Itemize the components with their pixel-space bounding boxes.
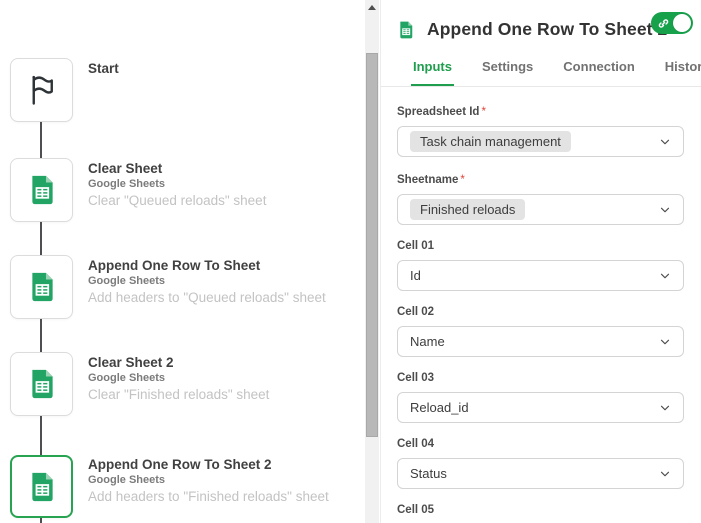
selected-value: Finished reloads [410,199,526,220]
selected-value: Status [410,466,447,481]
required-asterisk: * [481,106,486,118]
field-label: Cell 01 [397,240,435,252]
field-label: Cell 05 [397,504,435,516]
step-title: Start [88,61,119,76]
step-description: Clear "Finished reloads" sheet [88,387,270,402]
flag-icon [30,74,53,105]
chevron-down-icon [660,339,670,344]
field-label: Sheetname [397,174,459,186]
selected-value: Task chain management [410,131,571,152]
cell-01-select[interactable]: Id [397,260,684,291]
google-sheets-icon [30,471,54,502]
toggle-knob [673,14,691,32]
field-label: Spreadsheet Id [397,106,480,118]
step-title: Clear Sheet 2 [88,355,174,370]
tab-inputs[interactable]: Inputs [411,55,454,86]
step-node-start[interactable] [10,58,73,122]
inputs-form: Spreadsheet Id * Task chain management Sh… [381,87,701,523]
panel-tabs: Inputs Settings Connection History [381,55,701,87]
chevron-down-icon [660,405,670,410]
step-label-clear-sheet-2: Clear Sheet 2 Google Sheets Clear "Finis… [88,354,269,403]
scrollbar-up-arrow-icon[interactable] [368,5,376,10]
step-title: Append One Row To Sheet 2 [88,457,272,472]
google-sheets-icon [30,174,54,206]
spreadsheet-id-select[interactable]: Task chain management [397,126,684,157]
step-description: Clear "Queued reloads" sheet [88,193,267,208]
step-title: Clear Sheet [88,161,163,176]
step-app-name: Google Sheets [88,178,166,190]
required-asterisk: * [460,174,465,186]
field-cell-05: Cell 05* Log [397,500,684,523]
flow-builder-window: Start Clear Sheet Google Sheets Clear "Q… [0,0,701,523]
chevron-down-icon [660,273,670,278]
field-label: Cell 02 [397,306,435,318]
step-node-clear-sheet[interactable] [10,158,73,222]
step-description: Add headers to "Queued reloads" sheet [88,290,326,305]
scrollbar-thumb[interactable] [366,53,378,437]
tab-settings[interactable]: Settings [480,55,535,86]
field-cell-02: Cell 02* Name [397,302,684,357]
field-cell-03: Cell 03* Reload_id [397,368,684,423]
step-title: Append One Row To Sheet [88,258,261,273]
sheetname-select[interactable]: Finished reloads [397,194,684,225]
step-app-name: Google Sheets [88,372,166,384]
step-label-clear-sheet: Clear Sheet Google Sheets Clear "Queued … [88,160,266,209]
step-node-append-one-row[interactable] [10,255,73,319]
field-cell-04: Cell 04* Status [397,434,684,489]
field-spreadsheet-id: Spreadsheet Id * Task chain management [397,102,684,157]
step-settings-panel: Append One Row To Sheet 2 Inputs Setting… [380,0,701,523]
chevron-down-icon [660,471,670,476]
selected-value: Id [410,268,421,283]
selected-value: Name [410,334,445,349]
step-label-append-one-row-2: Append One Row To Sheet 2 Google Sheets … [88,456,329,505]
google-sheets-icon [399,20,413,39]
cell-04-select[interactable]: Status [397,458,684,489]
step-node-clear-sheet-2[interactable] [10,352,73,416]
step-label-start: Start [88,60,119,77]
google-sheets-icon [30,271,54,303]
field-sheetname: Sheetname * Finished reloads [397,170,684,225]
cell-03-select[interactable]: Reload_id [397,392,684,423]
chevron-down-icon [660,139,670,144]
chevron-down-icon [660,207,670,212]
field-label: Cell 03 [397,372,435,384]
selected-value: Reload_id [410,400,469,415]
panel-title: Append One Row To Sheet 2 [427,19,668,39]
field-label: Cell 04 [397,438,435,450]
flow-canvas: Start Clear Sheet Google Sheets Clear "Q… [0,0,365,523]
panel-header: Append One Row To Sheet 2 [381,0,701,46]
tab-connection[interactable]: Connection [561,55,637,86]
step-app-name: Google Sheets [88,474,166,486]
link-icon [658,18,669,28]
step-node-append-one-row-2[interactable] [10,455,73,518]
cell-02-select[interactable]: Name [397,326,684,357]
tab-history[interactable]: History [663,55,701,86]
vertical-scrollbar[interactable] [365,0,379,523]
step-label-append-one-row: Append One Row To Sheet Google Sheets Ad… [88,257,326,306]
step-description: Add headers to "Finished reloads" sheet [88,489,329,504]
field-cell-01: Cell 01* Id [397,236,684,291]
step-app-name: Google Sheets [88,275,166,287]
google-sheets-icon [30,368,54,400]
connection-toggle[interactable] [651,12,693,34]
